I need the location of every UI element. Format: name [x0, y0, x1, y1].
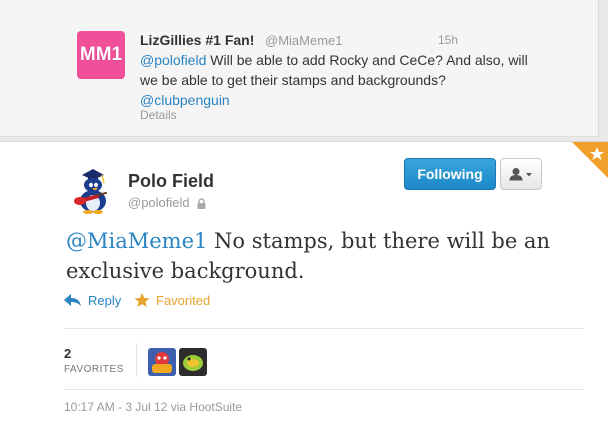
handle[interactable]: @polofield — [128, 195, 190, 210]
tweet-timestamp[interactable]: 10:17 AM - 3 Jul 12 via HootSuite — [64, 400, 242, 414]
following-button[interactable]: Following — [404, 158, 496, 190]
previous-tweet-handle[interactable]: @MiaMeme1 — [265, 33, 343, 48]
mention-link[interactable]: @polofield — [140, 52, 206, 68]
lock-icon — [197, 198, 206, 210]
mention-link[interactable]: @MiaMeme1 — [66, 229, 207, 253]
tweet-card: Polo Field @polofield Following @MiaMeme… — [0, 141, 608, 423]
favorites-label[interactable]: FAVORITES — [64, 364, 124, 375]
previous-tweet: MM1 LizGillies #1 Fan! @MiaMeme1 15h @po… — [0, 0, 599, 137]
user-dropdown-icon — [509, 168, 532, 181]
details-link[interactable]: Details — [140, 108, 177, 122]
previous-tweet-display-name[interactable]: LizGillies #1 Fan! — [140, 32, 254, 48]
stats-separator — [136, 343, 137, 377]
favorited-label: Favorited — [156, 293, 211, 308]
display-name[interactable]: Polo Field — [128, 171, 214, 192]
avatar[interactable] — [69, 167, 117, 215]
tweet-text: @MiaMeme1 No stamps, but there will be a… — [66, 226, 586, 286]
previous-tweet-text: @polofield Will be able to add Rocky and… — [140, 50, 540, 110]
mention-link[interactable]: @clubpenguin — [140, 92, 230, 108]
reply-button[interactable]: Reply — [64, 293, 121, 308]
favorite-corner-icon — [572, 142, 608, 178]
user-actions-button[interactable] — [500, 158, 542, 190]
reply-icon — [64, 294, 81, 306]
reply-label: Reply — [88, 293, 122, 308]
star-icon — [134, 293, 150, 307]
divider — [64, 389, 584, 390]
favorites-count[interactable]: 2 — [64, 346, 71, 361]
previous-tweet-time[interactable]: 15h — [438, 33, 458, 47]
favorited-button[interactable]: Favorited — [134, 293, 210, 308]
previous-tweet-avatar[interactable]: MM1 — [77, 31, 125, 79]
divider — [64, 328, 584, 329]
favoriter-avatar[interactable] — [148, 348, 176, 376]
handle-row: @polofield — [128, 195, 206, 210]
favoriter-avatar[interactable] — [179, 348, 207, 376]
